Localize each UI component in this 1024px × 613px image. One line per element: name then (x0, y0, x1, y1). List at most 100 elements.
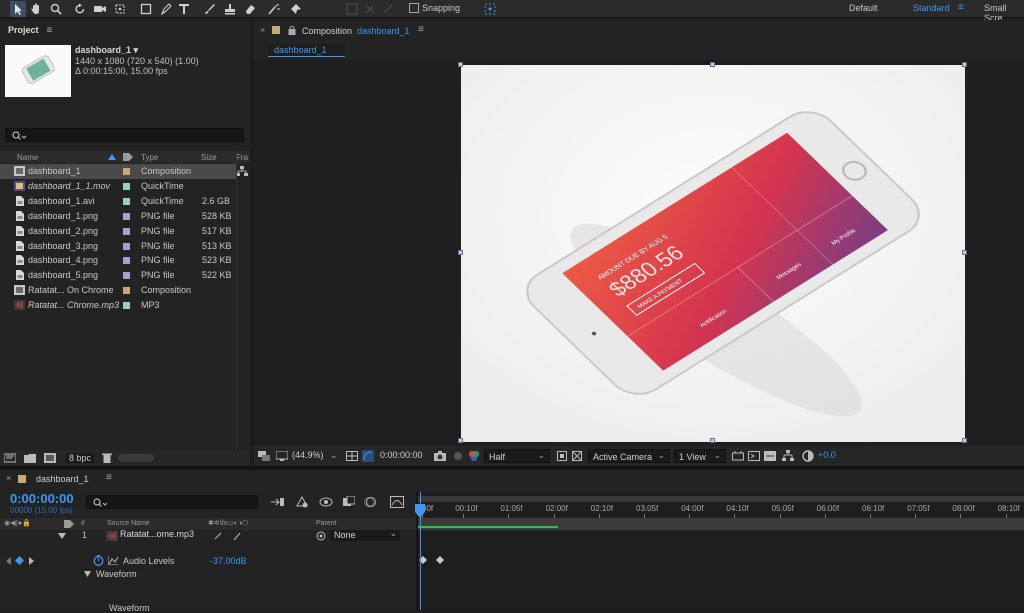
workspace-standard[interactable]: Standard (913, 3, 950, 13)
label-color-swatch[interactable] (123, 302, 130, 310)
transform-handle[interactable] (458, 438, 463, 443)
stopwatch-icon[interactable] (93, 555, 104, 566)
frame-blending-icon[interactable] (343, 496, 355, 508)
transform-handle[interactable] (710, 438, 715, 443)
monitor-icon[interactable] (276, 451, 288, 461)
pen-tool-icon[interactable] (158, 1, 174, 17)
camera-tool-icon[interactable] (92, 1, 108, 17)
column-type[interactable]: Type (141, 153, 158, 162)
region-of-interest-icon[interactable] (557, 451, 567, 461)
pick-whip-icon[interactable] (316, 531, 326, 541)
layer-number-column[interactable]: # (81, 520, 85, 527)
project-item-row[interactable]: Ratatat... Chrome.mp3 MP3 (0, 298, 236, 313)
transform-handle[interactable] (962, 62, 967, 67)
property-row[interactable]: Audio Levels -37.00dB (0, 554, 416, 568)
comp-canvas[interactable]: AMOUNT DUE BY AUG 5 $880.56 MAKE A PAYME… (461, 65, 965, 442)
transform-handle[interactable] (458, 62, 463, 67)
type-tool-icon[interactable] (176, 1, 192, 17)
timeline-tab-label[interactable]: dashboard_1 (36, 474, 89, 484)
project-item-row[interactable]: dashboard_1.png PNG file 528 KB (0, 209, 236, 224)
comp-tab-name[interactable]: dashboard_1 (357, 26, 410, 36)
add-keyframe-icon[interactable] (15, 556, 24, 565)
parent-dropdown[interactable]: None ⌄ (330, 528, 400, 541)
hand-tool-icon[interactable] (28, 1, 44, 17)
project-item-row[interactable]: dashboard_5.png PNG file 522 KB (0, 268, 236, 283)
project-item-row[interactable]: Ratatat... On Chrome Composition (0, 283, 236, 298)
new-composition-icon[interactable] (44, 453, 56, 463)
camera-dropdown[interactable]: Active Camera ⌄ (588, 449, 670, 463)
panel-menu-icon[interactable]: ≡ (106, 472, 112, 483)
prev-keyframe-icon[interactable] (6, 557, 11, 565)
view-layout-dropdown[interactable]: 1 View ⌄ (674, 449, 726, 463)
av-switches-icon[interactable]: ◉◀)●🔒 (4, 519, 31, 527)
interpret-footage-icon[interactable] (4, 453, 16, 463)
parent-column[interactable]: Parent (316, 520, 337, 527)
label-color-swatch[interactable] (123, 287, 130, 295)
exposure-value[interactable]: +0.0 (818, 448, 836, 462)
panel-menu-icon[interactable]: ≡ (47, 25, 53, 36)
workspace-default[interactable]: Default (849, 3, 878, 13)
hide-shy-layers-icon[interactable] (319, 496, 333, 508)
column-frame-rate[interactable]: Fra (236, 153, 248, 162)
layer-duration-bar[interactable] (418, 518, 1024, 530)
transform-handle[interactable] (458, 250, 463, 255)
close-panel-icon[interactable]: × (260, 25, 265, 35)
layer-row[interactable]: 1 Ratatat...ome.mp3 None ⌄ (0, 528, 416, 542)
pan-behind-tool-icon[interactable] (112, 1, 128, 17)
selected-item-name[interactable]: dashboard_1 ▾ (75, 45, 138, 56)
label-color-swatch[interactable] (123, 197, 130, 205)
label-color-swatch[interactable] (123, 272, 130, 280)
layer-switches-icon[interactable]: ✱✲\fx▭◐◑⬡ (208, 519, 248, 527)
waveform-group-row[interactable]: Waveform (0, 568, 416, 582)
mask-visibility-icon[interactable] (362, 450, 374, 462)
twirl-down-icon[interactable] (58, 533, 66, 539)
project-scrollbar[interactable] (118, 454, 154, 462)
next-keyframe-icon[interactable] (29, 557, 34, 565)
sort-ascending-icon[interactable] (108, 154, 116, 160)
transparency-grid-icon[interactable] (572, 451, 582, 461)
property-value[interactable]: -37.00dB (210, 556, 247, 566)
toggle-pixel-aspect-icon[interactable] (732, 451, 744, 461)
project-item-row[interactable]: dashboard_1_1.mov QuickTime (0, 179, 236, 194)
column-size[interactable]: Size (201, 153, 217, 162)
composition-viewer[interactable]: AMOUNT DUE BY AUG 5 $880.56 MAKE A PAYME… (254, 60, 1024, 446)
draft-3d-icon[interactable] (295, 496, 309, 508)
rotate-tool-icon[interactable] (72, 1, 88, 17)
show-snapshot-icon[interactable] (452, 451, 464, 461)
flowchart-icon[interactable] (782, 450, 794, 462)
selection-tool-icon[interactable] (10, 1, 26, 17)
current-time-display[interactable]: 0:00:00:00 (380, 448, 423, 462)
time-ruler[interactable]: 00f 00:10f 01:05f 02:00f 02:10f 03:05f 04:00f 0… (418, 502, 1024, 518)
rectangle-tool-icon[interactable] (138, 1, 154, 17)
snap-options-icon[interactable] (482, 1, 498, 17)
label-column-icon[interactable] (123, 153, 133, 161)
fast-previews-icon[interactable] (748, 451, 760, 461)
new-folder-icon[interactable] (24, 453, 36, 463)
label-column-icon[interactable] (64, 520, 74, 528)
label-color-swatch[interactable] (123, 168, 130, 175)
transform-handle[interactable] (710, 62, 715, 67)
workspace-menu-icon[interactable]: ≡ (958, 2, 964, 13)
roto-brush-tool-icon[interactable] (266, 1, 282, 17)
project-item-row[interactable]: dashboard_3.png PNG file 513 KB (0, 239, 236, 254)
label-color-swatch[interactable] (123, 182, 130, 190)
comp-subtab[interactable]: dashboard_1 (268, 44, 345, 57)
keyframe-icon[interactable] (436, 556, 444, 564)
zoom-dropdown[interactable]: (44.9%) (292, 448, 324, 462)
project-item-row[interactable]: dashboard_1.avi QuickTime 2.6 GB (0, 194, 236, 209)
project-search-input[interactable] (5, 128, 244, 142)
zoom-dropdown-chevron-icon[interactable]: ⌄ (330, 448, 338, 462)
project-item-row[interactable]: dashboard_4.png PNG file 523 KB (0, 253, 236, 268)
zoom-tool-icon[interactable] (48, 1, 64, 17)
layer-name[interactable]: Ratatat...ome.mp3 (120, 529, 194, 539)
resolution-dropdown[interactable]: Half ⌄ (484, 449, 550, 463)
snapshot-camera-icon[interactable] (434, 451, 446, 461)
timeline-search-input[interactable] (86, 495, 258, 509)
twirl-down-icon[interactable] (84, 571, 91, 577)
timeline-current-time[interactable]: 0:00:00:00 (10, 491, 74, 506)
clone-stamp-tool-icon[interactable] (222, 1, 238, 17)
snapping-checkbox[interactable] (409, 3, 419, 13)
trash-icon[interactable] (102, 453, 112, 463)
composition-mini-flowchart-icon[interactable] (271, 497, 285, 507)
lock-icon[interactable] (288, 25, 296, 35)
